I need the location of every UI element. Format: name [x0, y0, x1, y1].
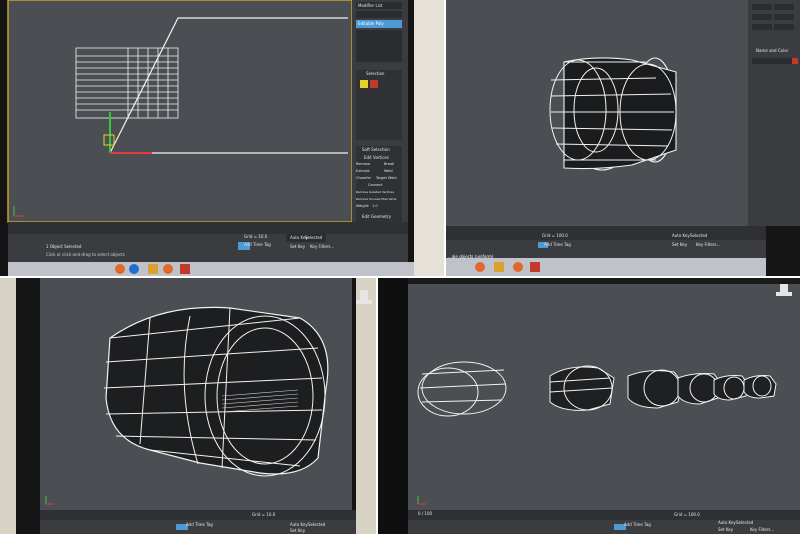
- add-time-tag-button[interactable]: Add Time Tag: [186, 522, 213, 527]
- target-weld-button[interactable]: Target Weld: [376, 176, 397, 180]
- photo-monitor-editable-poly: 1 Object Selected Click or click-and-dra…: [0, 0, 444, 276]
- connect-button[interactable]: Connect: [368, 183, 382, 187]
- selected-dropdown[interactable]: Selected: [308, 522, 325, 527]
- set-key-button[interactable]: Set Key: [718, 527, 733, 532]
- key-filters-button[interactable]: Key Filters...: [696, 242, 720, 247]
- status-text: 1 Object Selected: [46, 244, 82, 249]
- auto-key-button[interactable]: Auto Key: [718, 520, 736, 525]
- set-key-button[interactable]: Set Key: [672, 242, 687, 247]
- chamfer-button[interactable]: Chamfer: [356, 176, 371, 180]
- remove-isolated-button[interactable]: Remove Isolated Vertices: [356, 190, 394, 194]
- add-time-tag-button[interactable]: Add Time Tag: [244, 242, 271, 247]
- remove-unused-button[interactable]: Remove Unused Map Verts: [356, 197, 396, 201]
- weight-value[interactable]: 1.0: [372, 204, 378, 208]
- grid-readout: Grid = 100.0: [674, 512, 700, 517]
- grid-readout: Grid = 10.0: [244, 234, 268, 239]
- break-button[interactable]: Break: [384, 162, 394, 166]
- stack-item-editable-poly[interactable]: Editable Poly: [358, 21, 384, 26]
- rollout-selection[interactable]: Selection: [366, 71, 384, 76]
- prompt-text: Click or click-and-drag to select object…: [46, 252, 125, 257]
- key-filters-button[interactable]: Key Filters...: [310, 244, 334, 249]
- selected-dropdown[interactable]: Selected: [736, 520, 753, 525]
- remove-button[interactable]: Remove: [356, 162, 370, 166]
- rollout-edit-geometry[interactable]: Edit Geometry: [362, 214, 391, 219]
- auto-key-button[interactable]: Auto Key: [672, 233, 690, 238]
- weld-button[interactable]: Weld: [384, 169, 393, 173]
- photo-monitor-tube: ...ale objects (uniform) Name and Color …: [446, 0, 800, 276]
- rollout-edit-vertices[interactable]: Edit Vertices: [364, 155, 389, 160]
- extrude-button[interactable]: Extrude: [356, 169, 370, 173]
- modifier-list-dropdown[interactable]: Modifier List: [358, 3, 382, 8]
- selected-dropdown[interactable]: Selected: [305, 235, 322, 240]
- add-time-tag-button[interactable]: Add Time Tag: [624, 522, 651, 527]
- rollout-name-color[interactable]: Name and Color: [756, 48, 788, 53]
- add-time-tag-button[interactable]: Add Time Tag: [544, 242, 571, 247]
- frame-counter: 0 / 100: [418, 511, 433, 516]
- photo-monitor-tube-closeup: Add Time Tag Grid = 10.0 Auto Key Set Ke…: [0, 278, 376, 534]
- photo-collage: 1 Object Selected Click or click-and-dra…: [0, 0, 800, 534]
- rollout-soft-selection[interactable]: Soft Selection: [362, 147, 390, 152]
- photo-monitor-tube-sequence: 0 / 100 Add Time Tag Grid = 100.0 Auto K…: [378, 278, 800, 534]
- auto-key-button[interactable]: Auto Key: [290, 522, 308, 527]
- prompt-text: ...ale objects (uniform): [448, 254, 494, 259]
- grid-readout: Grid = 10.0: [252, 512, 276, 517]
- weight-label: Weight:: [356, 204, 370, 208]
- selected-dropdown[interactable]: Selected: [690, 233, 707, 238]
- set-key-button[interactable]: Set Key: [290, 528, 305, 533]
- grid-readout: Grid = 100.0: [542, 233, 568, 238]
- key-filters-button[interactable]: Key Filters...: [750, 527, 774, 532]
- set-key-button[interactable]: Set Key: [290, 244, 305, 249]
